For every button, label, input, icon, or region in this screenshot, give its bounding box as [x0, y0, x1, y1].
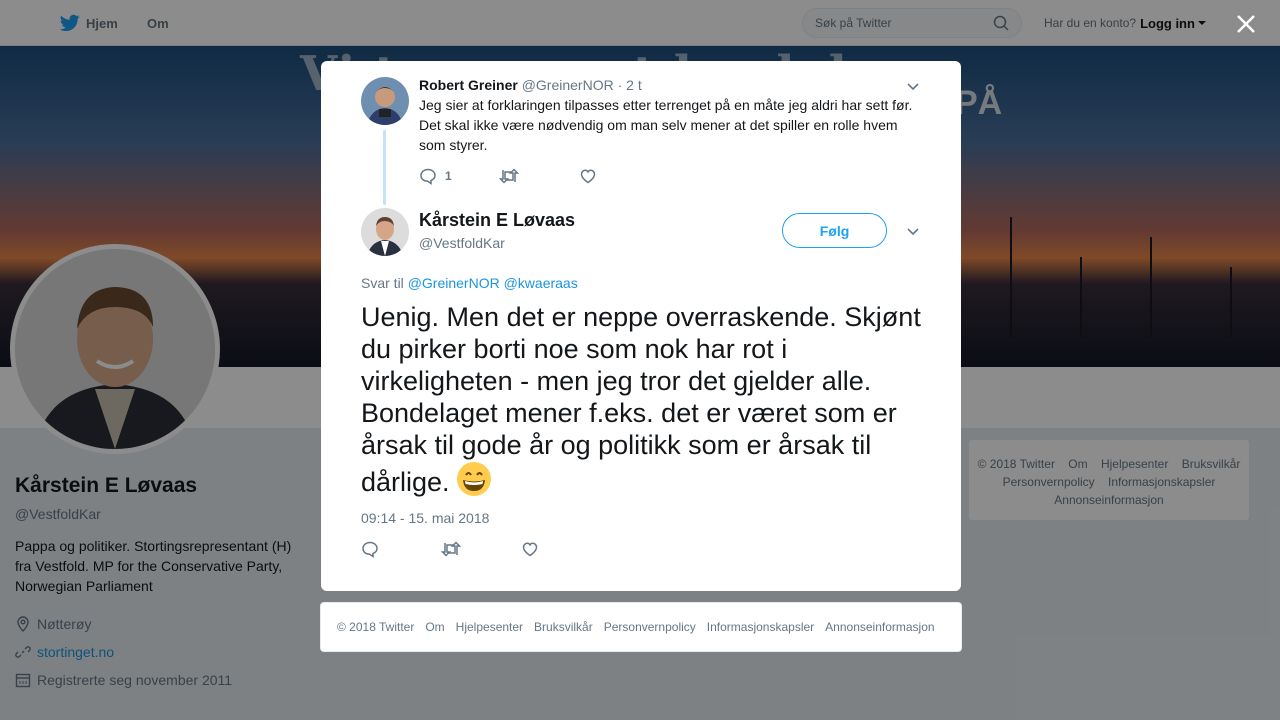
reply-button[interactable] [361, 540, 441, 558]
like-icon [522, 542, 538, 557]
close-icon[interactable] [1233, 11, 1259, 37]
reply-icon [420, 168, 436, 185]
parent-tweet-time[interactable]: · 2 t [618, 77, 642, 93]
modal-footer: © 2018 Twitter Om Hjelpesenter Bruksvilk… [320, 602, 962, 652]
follow-button[interactable]: Følg [782, 213, 887, 248]
parent-tweet-actions: 1 [419, 167, 919, 185]
reply-to-prefix: Svar til [361, 275, 404, 291]
parent-tweet-name[interactable]: Robert Greiner [419, 77, 518, 93]
reply-to-mention[interactable]: @GreinerNOR [408, 275, 500, 291]
like-icon [580, 169, 596, 184]
main-tweet-handle[interactable]: @VestfoldKar [419, 235, 505, 251]
main-tweet-text: Uenig. Men det er neppe overraskende. Sk… [361, 302, 921, 497]
retweet-icon [441, 541, 461, 557]
footer-link[interactable]: Personvernpolicy [604, 620, 696, 634]
main-tweet-actions [361, 540, 601, 558]
footer-link[interactable]: Hjelpesenter [456, 620, 523, 634]
like-button[interactable] [521, 540, 601, 558]
grinning-emoji-icon [456, 462, 491, 496]
chevron-down-icon[interactable] [906, 79, 920, 93]
retweet-button[interactable] [499, 167, 579, 185]
main-tweet-name[interactable]: Kårstein E Løvaas [419, 210, 575, 231]
footer-link[interactable]: Informasjonskapsler [707, 620, 814, 634]
footer-link[interactable]: Bruksvilkår [534, 620, 593, 634]
parent-tweet-avatar[interactable] [361, 77, 409, 125]
footer-link[interactable]: Annonseinformasjon [825, 620, 934, 634]
retweet-button[interactable] [441, 540, 521, 558]
reply-to-line: Svar til @GreinerNOR @kwaeraas [361, 275, 578, 291]
parent-tweet-header: Robert Greiner @GreinerNOR · 2 t [419, 77, 919, 93]
like-button[interactable] [579, 167, 659, 185]
parent-tweet-text: Jeg sier at forklaringen tilpasses etter… [419, 97, 913, 153]
reply-count: 1 [445, 169, 452, 183]
main-tweet-avatar[interactable] [361, 208, 409, 256]
footer-link[interactable]: Om [425, 620, 444, 634]
chevron-down-icon[interactable] [906, 224, 920, 238]
reply-button[interactable]: 1 [419, 167, 499, 185]
main-tweet-timestamp[interactable]: 09:14 - 15. mai 2018 [361, 510, 489, 526]
parent-tweet-handle[interactable]: @GreinerNOR [522, 77, 614, 93]
footer-link[interactable]: © 2018 Twitter [337, 620, 414, 634]
tweet-modal: Robert Greiner @GreinerNOR · 2 t Jeg sie… [321, 61, 961, 591]
retweet-icon [499, 168, 519, 184]
reply-icon [362, 541, 378, 558]
parent-tweet-body: Robert Greiner @GreinerNOR · 2 t Jeg sie… [419, 77, 919, 185]
reply-to-mention[interactable]: @kwaeraas [504, 275, 578, 291]
thread-connector-line [383, 130, 386, 205]
main-tweet-text-container: Uenig. Men det er neppe overraskende. Sk… [361, 301, 921, 498]
